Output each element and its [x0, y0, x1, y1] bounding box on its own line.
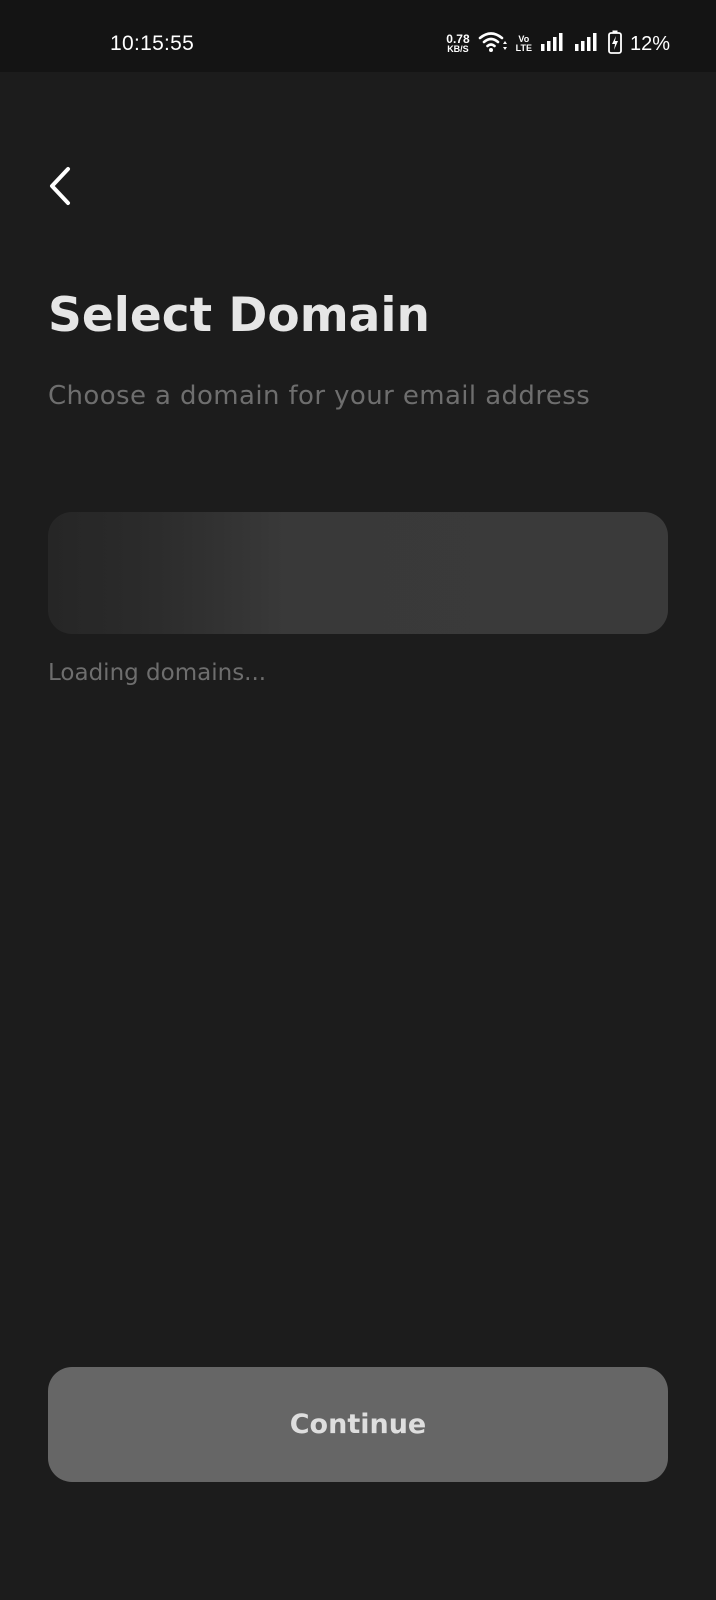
domain-select-skeleton	[48, 512, 668, 634]
battery-charging-icon	[608, 30, 622, 58]
volte-indicator: Vo LTE	[516, 35, 532, 53]
battery-percent: 12%	[629, 32, 670, 55]
volte-bottom: LTE	[515, 43, 532, 53]
status-icons: 0.78 KB/S Vo LTE 12%	[446, 30, 670, 58]
page-title: Select Domain	[48, 288, 430, 343]
continue-button[interactable]: Continue	[48, 1367, 668, 1482]
status-bar: 10:15:55 0.78 KB/S Vo LTE 12%	[0, 0, 716, 72]
status-time: 10:15:55	[110, 32, 195, 55]
network-speed: 0.78 KB/S	[446, 32, 470, 54]
network-speed-value: 0.78	[446, 32, 470, 46]
network-speed-unit: KB/S	[447, 44, 469, 54]
chevron-left-icon	[47, 166, 73, 210]
signal-icon	[574, 32, 600, 56]
wifi-icon	[478, 31, 508, 57]
back-button[interactable]	[40, 166, 80, 210]
page-subtitle: Choose a domain for your email address	[48, 381, 591, 411]
signal-icon	[540, 32, 566, 56]
loading-status-text: Loading domains...	[48, 660, 267, 686]
